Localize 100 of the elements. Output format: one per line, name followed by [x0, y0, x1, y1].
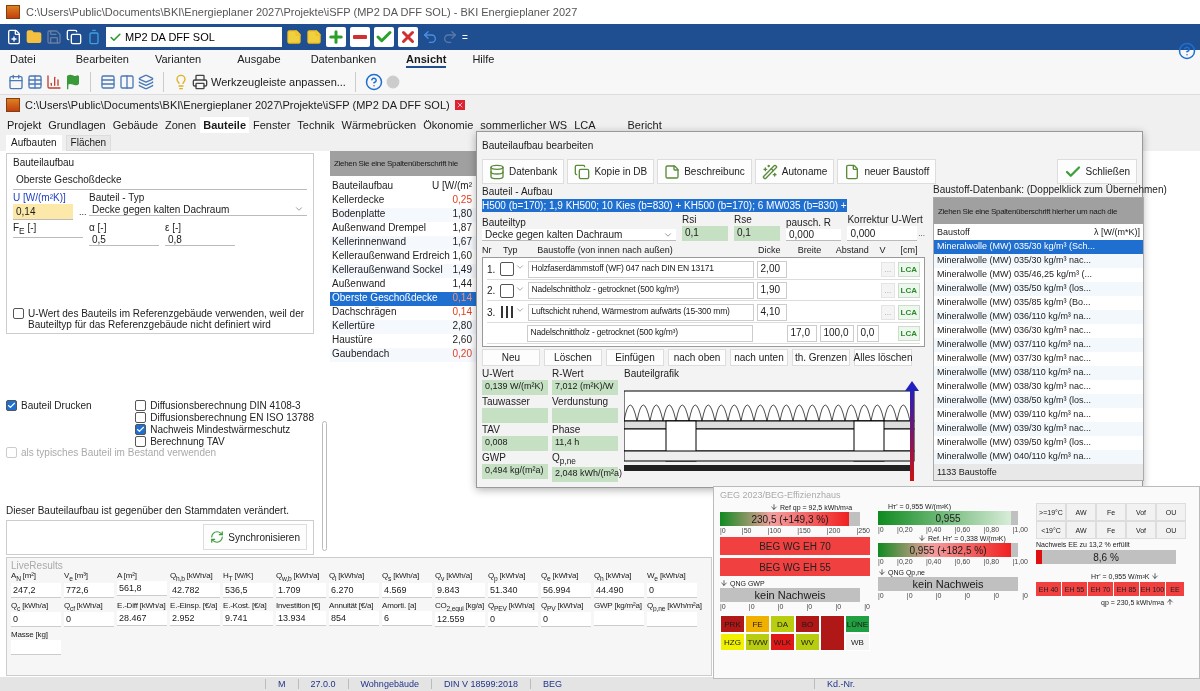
menu-item[interactable]: Hilfe [472, 51, 495, 68]
module-tab[interactable]: Zonen [162, 117, 200, 133]
material-row[interactable]: Mineralwolle (MW) 037/110 kg/m³ na... [934, 338, 1143, 352]
material-row[interactable]: Mineralwolle (MW) 035/30 kg/m³ (Sch... [934, 240, 1143, 254]
flag-icon[interactable] [65, 73, 81, 90]
scrollbar[interactable] [321, 421, 327, 551]
menu-item[interactable]: Bearbeiten [75, 51, 129, 68]
module-tab[interactable]: sommerlicher WS [477, 117, 571, 133]
checkbox[interactable] [135, 411, 147, 423]
toolbar-button[interactable]: Autoname [754, 159, 835, 184]
new-file-icon[interactable] [6, 29, 22, 45]
column-header[interactable]: U [W/(m² [432, 179, 472, 191]
menu-item[interactable]: Ausgabe [237, 51, 281, 68]
input-field[interactable]: 0,8 [165, 233, 235, 246]
toolbar-button[interactable]: neuer Baustoff [837, 159, 937, 184]
spacing-field[interactable]: 100,0 [819, 325, 854, 343]
note-icon[interactable] [306, 29, 322, 45]
menu-item[interactable]: Datei [10, 51, 36, 68]
list-row[interactable]: Oberste Geschoßdecke 0,14 [330, 292, 476, 306]
toolbar-button[interactable]: Beschreibunc [657, 159, 752, 184]
toolbar-dropdown[interactable]: = [462, 31, 468, 43]
remove-button[interactable] [350, 27, 370, 47]
column-header[interactable]: Bauteilaufbau [332, 179, 394, 191]
table-icon[interactable] [27, 73, 43, 90]
printer-icon[interactable] [192, 73, 208, 90]
action-button[interactable]: Alles löschen [854, 349, 912, 366]
layer-type-icon[interactable] [499, 262, 514, 277]
checkbox[interactable] [135, 399, 147, 411]
module-tab[interactable]: Technik [294, 117, 338, 133]
material-row[interactable]: Mineralwolle (MW) 036/110 kg/m³ na... [934, 310, 1143, 324]
material-field[interactable]: Nadelschnittholz - getrocknet (500 kg/m³) [526, 325, 753, 343]
folder-icon[interactable] [26, 29, 42, 45]
action-button[interactable]: nach oben [668, 349, 726, 366]
module-tab[interactable]: Projekt [4, 117, 45, 133]
list-row[interactable]: Kellertüre 2,80 [330, 320, 476, 334]
close-button[interactable] [454, 100, 465, 110]
help-icon[interactable] [1178, 42, 1196, 60]
action-button[interactable]: Löschen [544, 349, 602, 366]
input-field[interactable]: 0,000 [786, 229, 842, 241]
module-tab[interactable]: LCA [571, 117, 599, 133]
module-tab[interactable]: Bauteile [200, 117, 249, 133]
confirm-button[interactable] [374, 27, 394, 47]
close-button[interactable]: Schließen [1056, 159, 1137, 184]
input-field[interactable]: 0,5 [89, 233, 159, 246]
undo-icon[interactable] [422, 29, 438, 45]
synchronize-button[interactable]: Synchronisieren [203, 524, 307, 551]
action-button[interactable]: nach unten [730, 349, 788, 366]
variant-field[interactable]: MP2 DA DFF SOL [106, 27, 282, 47]
menu-item[interactable]: Ansicht [406, 51, 447, 68]
menu-item[interactable]: Varianten [154, 51, 202, 68]
windows-icon[interactable] [138, 73, 154, 90]
add-button[interactable] [326, 27, 346, 47]
module-tab[interactable]: Bericht [624, 117, 665, 133]
material-row[interactable]: Mineralwolle (MW) 038/50 kg/m³ (los... [934, 394, 1143, 408]
module-tab[interactable]: Grundlagen [45, 117, 109, 133]
checkbox[interactable] [135, 423, 147, 435]
action-button[interactable]: Neu [482, 349, 540, 366]
thickness-field[interactable]: 4,10 [756, 303, 787, 321]
lca-button[interactable]: LCA [897, 261, 920, 277]
v-field[interactable]: 0,0 [856, 325, 879, 343]
material-row[interactable]: Mineralwolle (MW) 040/110 kg/m³ na... [934, 450, 1143, 464]
material-row[interactable]: Mineralwolle (MW) 038/110 kg/m³ na... [934, 366, 1143, 380]
browse-button[interactable]: ... [79, 206, 87, 217]
type-dropdown[interactable]: Decke gegen kalten Dachraum [89, 203, 307, 216]
toolbar-button[interactable]: Datenbank [482, 159, 565, 184]
material-row[interactable]: Mineralwolle (MW) 035/30 kg/m³ nac... [934, 254, 1143, 268]
calendar-icon[interactable] [8, 73, 24, 90]
list-row[interactable]: Gaubendach 0,20 [330, 348, 476, 362]
input-field[interactable]: 0,000 [847, 226, 918, 241]
rows-icon[interactable] [100, 73, 116, 90]
customize-toolbar-button[interactable]: Werkzeugleiste anpassen... [211, 75, 346, 88]
lca-button[interactable]: LCA [897, 326, 920, 342]
sub-tab[interactable]: Aufbauten [6, 135, 62, 151]
air-layer-icon[interactable] [499, 305, 514, 320]
type-dropdown[interactable]: Decke gegen kalten Dachraum [482, 229, 676, 241]
structure-field[interactable]: H500 (b=170); 1,9 KH500; 10 Kies (b=830) + KH500 (b=170); 6 MW035 (b=830) + [482, 199, 847, 212]
action-button[interactable]: th. Grenzen [792, 349, 850, 366]
layer-type-icon[interactable] [499, 283, 514, 298]
list-row[interactable]: Kelleraußenwand Sockel 1,49 [330, 264, 476, 278]
columns-icon[interactable] [119, 73, 135, 90]
lca-button[interactable]: LCA [897, 304, 920, 320]
material-field[interactable]: Holzfaserdämmstoff (WF) 047 nach DIN EN 13171 [527, 260, 754, 278]
sub-tab[interactable]: Flächen [65, 135, 112, 151]
checkbox[interactable] [135, 435, 147, 447]
u-value-field[interactable]: 0,14 [13, 203, 73, 220]
browse-button[interactable]: ... [918, 229, 925, 238]
material-field[interactable]: Nadelschnittholz - getrocknet (500 kg/m³) [527, 282, 754, 300]
menu-item[interactable]: Datenbanken [310, 51, 377, 68]
module-tab[interactable]: Fenster [250, 117, 294, 133]
thickness-field[interactable]: 2,00 [756, 260, 787, 278]
checkbox[interactable] [6, 399, 17, 411]
document-tab[interactable]: C:\Users\Public\Documents\BKI\Energieplaner 2027\Projekte\iSFP (MP2 DA DFF SOL) [25, 99, 450, 111]
bar-chart-icon[interactable] [46, 73, 62, 90]
note-icon[interactable] [286, 29, 302, 45]
module-tab[interactable]: Ökonomie [420, 117, 477, 133]
lca-button[interactable]: LCA [897, 283, 920, 299]
width-field[interactable]: 17,0 [786, 325, 817, 343]
help-icon[interactable] [364, 72, 383, 91]
material-field[interactable]: Luftschicht ruhend, Wärmestrom aufwärts (15-300 mm) [527, 303, 754, 321]
material-row[interactable]: Mineralwolle (MW) 039/30 kg/m³ nac... [934, 422, 1143, 436]
